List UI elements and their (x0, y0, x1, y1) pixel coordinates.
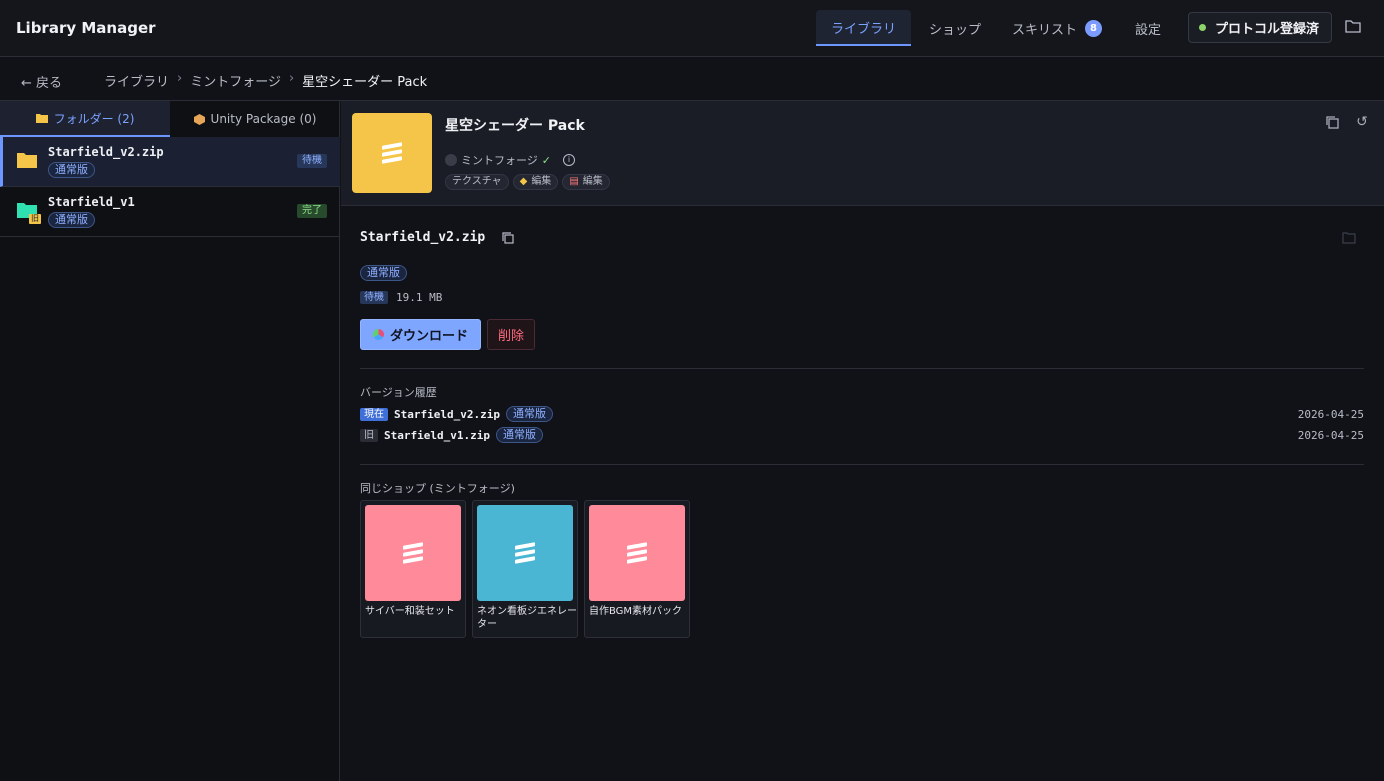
tab-unity-package[interactable]: Unity Package (0) (170, 101, 340, 137)
copy-icon[interactable] (501, 231, 515, 245)
tag-icon: ◆ (519, 176, 528, 187)
same-shop-title: 同じショップ (ミントフォージ) (360, 482, 515, 495)
logo-icon (515, 539, 535, 567)
tag-list: テクスチャ ◆ 編集 ▤ 編集 (445, 174, 610, 190)
shop-line: ミントフォージ ✓ i (445, 152, 575, 168)
folder-icon[interactable] (1345, 19, 1361, 33)
folder-icon[interactable] (1342, 232, 1356, 244)
breadcrumb-bar: ← 戻る ライブラリ › ミントフォージ › 星空シェーダー Pack (0, 57, 1384, 101)
product-card[interactable]: ネオン看板ジエネレーター (472, 500, 578, 638)
breadcrumb-separator: › (288, 71, 295, 86)
product-title: ネオン看板ジエネレーター (477, 606, 577, 630)
info-icon[interactable]: i (563, 154, 575, 166)
status-badge: 待機 (360, 291, 388, 304)
pack-title: 星空シェーダー Pack (445, 118, 585, 134)
tag: ▤ 編集 (562, 174, 610, 190)
breadcrumb-shop[interactable]: ミントフォージ (190, 71, 281, 90)
product-thumbnail (365, 505, 461, 601)
memo-icon: ▤ (569, 176, 579, 187)
tab-skill-label: スキリスト (1011, 22, 1077, 38)
download-icon (372, 329, 384, 340)
breadcrumb: ライブラリ › ミントフォージ › 星空シェーダー Pack (104, 71, 427, 90)
history-date: 2026-04-25 (1297, 407, 1364, 421)
protocol-status-button[interactable]: プロトコル登録済 (1188, 12, 1332, 43)
product-card[interactable]: 自作BGM素材パック (584, 500, 690, 638)
file-list-panel: フォルダー (2) Unity Package (0) Starfield_v2… (0, 101, 340, 781)
copy-icon[interactable] (1324, 114, 1340, 130)
file-row[interactable]: Starfield_v2.zip 通常版 待機 (0, 137, 340, 187)
shop-avatar (445, 154, 457, 166)
history-file-name: Starfield_v1.zip (384, 428, 490, 442)
file-meta: 待機 19.1 MB (360, 291, 442, 304)
file-name: Starfield_v1 (48, 195, 135, 209)
folder-icon (35, 114, 48, 123)
divider (360, 464, 1364, 465)
detail-file-name: Starfield_v2.zip (360, 230, 486, 245)
history-row: 現在 Starfield_v2.zip 通常版 2026-04-25 (360, 406, 1364, 422)
history-date: 2026-04-25 (1297, 428, 1364, 442)
product-thumbnail (477, 505, 573, 601)
top-bar: Library Manager ライブラリ ショップ スキリスト 8 設定 プロ… (0, 0, 1384, 57)
product-title: 自作BGM素材パック (589, 606, 683, 617)
breadcrumb-current: 星空シェーダー Pack (302, 75, 428, 90)
tab-skill[interactable]: スキリスト 8 (1000, 10, 1114, 46)
file-size: 19.1 MB (396, 291, 443, 304)
version-badge: 通常版 (48, 162, 95, 178)
tab-settings[interactable]: 設定 (1120, 10, 1176, 46)
breadcrumb-separator: › (177, 71, 183, 86)
logo-icon (382, 139, 402, 167)
refresh-icon[interactable]: ↺ (1354, 114, 1370, 130)
back-button[interactable]: ← 戻る (21, 72, 62, 91)
history-file-name: Starfield_v2.zip (394, 407, 500, 421)
product-card[interactable]: サイバー和装セット (360, 500, 466, 638)
current-badge: 現在 (360, 407, 388, 421)
app-title: Library Manager (16, 19, 156, 37)
version-badge: 通常版 (495, 427, 543, 443)
status-dot (1199, 24, 1206, 31)
tag: テクスチャ (445, 174, 509, 190)
version-badge: 通常版 (360, 265, 407, 281)
product-title: サイバー和装セット (365, 606, 455, 617)
tag: ◆ 編集 (512, 174, 559, 190)
history-row: 旧 Starfield_v1.zip 通常版 2026-04-25 (360, 427, 1364, 443)
product-thumbnail (589, 505, 685, 601)
protocol-label: プロトコル登録済 (1215, 22, 1320, 37)
file-row[interactable]: 旧 Starfield_v1 通常版 完了 (0, 187, 340, 237)
tab-folder-label: フォルダー (2) (53, 111, 135, 126)
file-name: Starfield_v2.zip (48, 145, 164, 159)
version-badge: 通常版 (505, 406, 553, 422)
tab-library[interactable]: ライブラリ (816, 10, 911, 46)
delete-button[interactable]: 削除 (487, 319, 535, 350)
version-badge: 通常版 (48, 212, 95, 228)
tab-shop[interactable]: ショップ (914, 10, 996, 46)
tab-folder[interactable]: フォルダー (2) (0, 101, 170, 137)
logo-icon (403, 539, 423, 567)
logo-icon (627, 539, 647, 567)
download-label: ダウンロード (389, 329, 468, 344)
history-title: バージョン履歴 (360, 386, 437, 399)
package-icon (193, 113, 205, 125)
old-badge: 旧 (360, 428, 378, 442)
status-badge: 待機 (297, 154, 327, 168)
tab-unity-label: Unity Package (0) (210, 112, 317, 126)
skill-count-badge: 8 (1085, 19, 1102, 37)
pack-thumbnail (352, 113, 432, 193)
verified-icon: ✓ (541, 153, 551, 167)
divider (360, 368, 1364, 369)
same-shop-list: サイバー和装セット ネオン看板ジエネレーター 自作BGM素材パック (360, 500, 690, 638)
breadcrumb-library[interactable]: ライブラリ (104, 71, 169, 90)
pack-header: 星空シェーダー Pack ミントフォージ ✓ i テクスチャ ◆ 編集 ▤ 編集 ↺ (341, 101, 1384, 206)
folder-icon (17, 153, 37, 168)
status-badge: 完了 (297, 204, 327, 218)
old-badge: 旧 (29, 214, 41, 224)
download-button[interactable]: ダウンロード (360, 319, 481, 350)
shop-name[interactable]: ミントフォージ (461, 152, 538, 168)
